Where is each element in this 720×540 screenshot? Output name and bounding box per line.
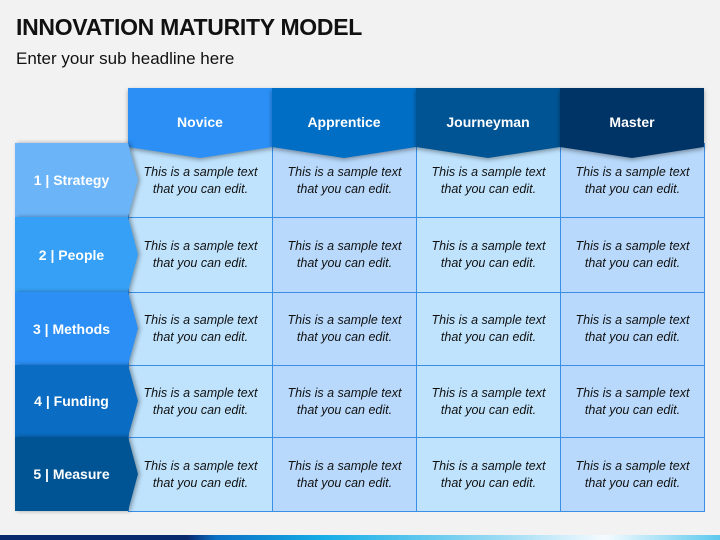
footer-gradient-bar [0, 535, 720, 540]
grid-cell[interactable]: This is a sample text that you can edit. [416, 437, 561, 512]
column-header-label: Novice [177, 114, 223, 130]
grid-cell[interactable]: This is a sample text that you can edit. [560, 437, 705, 512]
slide-title: INNOVATION MATURITY MODEL [16, 14, 363, 40]
grid-cell[interactable]: This is a sample text that you can edit. [272, 437, 417, 512]
column-header-label: Master [609, 114, 655, 130]
grid-cell[interactable]: This is a sample text that you can edit. [128, 217, 273, 293]
row-label-text: 3 | Methods [32, 320, 111, 337]
grid-cell[interactable]: This is a sample text that you can edit. [272, 292, 417, 366]
column-header-novice: Novice [128, 88, 272, 158]
grid-cell[interactable]: This is a sample text that you can edit. [416, 292, 561, 366]
row-label-text: 1 | Strategy [33, 172, 110, 188]
row-label-funding: 4 | Funding [15, 365, 139, 437]
grid-cell[interactable]: This is a sample text that you can edit. [560, 217, 705, 293]
grid-cell[interactable]: This is a sample text that you can edit. [128, 437, 273, 512]
grid-cell[interactable]: This is a sample text that you can edit. [128, 365, 273, 438]
grid-cell[interactable]: This is a sample text that you can edit. [272, 217, 417, 293]
grid-cell[interactable]: This is a sample text that you can edit. [272, 365, 417, 438]
row-label-strategy: 1 | Strategy [15, 143, 139, 217]
maturity-grid: This is a sample text that you can edit.… [128, 143, 705, 512]
row-label-text: 5 | Measure [33, 466, 110, 482]
grid-cell[interactable]: This is a sample text that you can edit. [560, 365, 705, 438]
column-header-label: Apprentice [307, 114, 381, 130]
column-header-journeyman: Journeyman [416, 88, 560, 158]
row-label-text: 2 | People [38, 246, 105, 263]
column-header-master: Master [560, 88, 704, 158]
row-label-methods: 3 | Methods [15, 292, 139, 365]
column-header-apprentice: Apprentice [272, 88, 416, 158]
grid-cell[interactable]: This is a sample text that you can edit. [560, 292, 705, 366]
row-label-measure: 5 | Measure [15, 437, 139, 511]
slide-subtitle: Enter your sub headline here [16, 49, 235, 68]
grid-cell[interactable]: This is a sample text that you can edit. [416, 365, 561, 438]
row-label-people: 2 | People [15, 217, 139, 292]
row-label-text: 4 | Funding [34, 393, 109, 409]
grid-cell[interactable]: This is a sample text that you can edit. [416, 217, 561, 293]
grid-cell[interactable]: This is a sample text that you can edit. [128, 292, 273, 366]
column-header-label: Journeyman [446, 114, 530, 130]
